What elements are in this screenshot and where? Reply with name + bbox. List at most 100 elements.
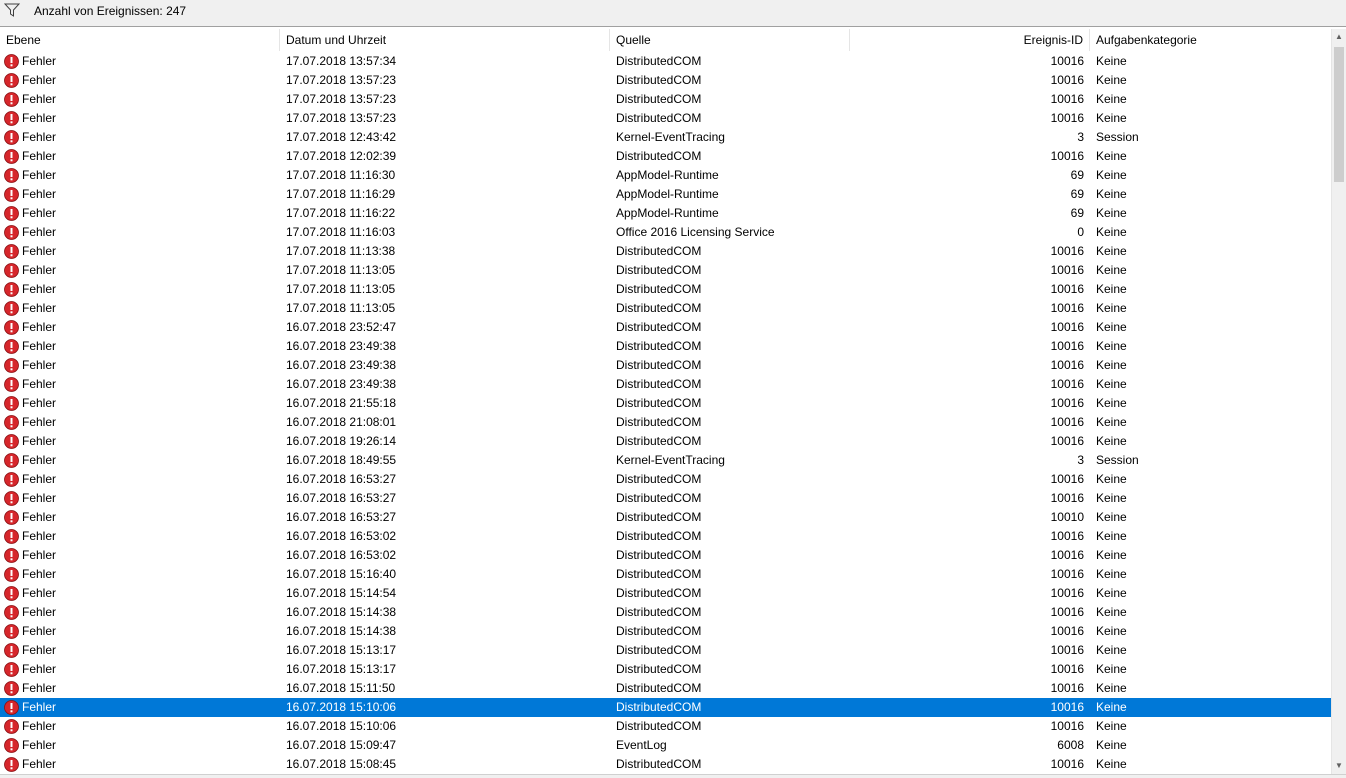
level-cell: Fehler (4, 622, 274, 641)
event-list: Fehler 17.07.2018 13:57:34 DistributedCOM 1… (0, 52, 1331, 774)
level-cell: Fehler (4, 90, 274, 109)
event-id-cell: 10016 (1050, 757, 1084, 771)
category-cell: Keine (1096, 111, 1127, 125)
category-cell: Keine (1096, 415, 1127, 429)
level-label: Fehler (22, 377, 57, 391)
column-header-date[interactable]: Datum und Uhrzeit (280, 29, 610, 51)
level-label: Fehler (22, 605, 57, 619)
table-row[interactable]: Fehler 16.07.2018 15:08:45 DistributedCOM 1… (0, 755, 1331, 774)
level-label: Fehler (22, 187, 57, 201)
error-icon (4, 92, 19, 107)
category-cell: Keine (1096, 624, 1127, 638)
table-row[interactable]: Fehler 16.07.2018 15:16:40 DistributedCOM 1… (0, 565, 1331, 584)
scroll-down-arrow-icon[interactable]: ▼ (1332, 758, 1346, 774)
bottom-border (0, 774, 1346, 778)
table-row[interactable]: Fehler 16.07.2018 23:49:38 DistributedCOM 1… (0, 337, 1331, 356)
table-row[interactable]: Fehler 17.07.2018 11:16:03 Office 2016 Lic… (0, 223, 1331, 242)
error-icon (4, 301, 19, 316)
table-row[interactable]: Fehler 16.07.2018 15:09:47 EventLog 6008 Kei… (0, 736, 1331, 755)
table-row[interactable]: Fehler 16.07.2018 23:49:38 DistributedCOM 1… (0, 375, 1331, 394)
source-cell: AppModel-Runtime (616, 206, 719, 220)
table-header: Ebene Datum und Uhrzeit Quelle Ereignis-… (0, 29, 1331, 51)
date-cell: 16.07.2018 15:14:38 (286, 605, 397, 619)
level-label: Fehler (22, 339, 57, 353)
column-header-level[interactable]: Ebene (0, 29, 280, 51)
level-label: Fehler (22, 263, 57, 277)
level-label: Fehler (22, 111, 57, 125)
column-header-event-id[interactable]: Ereignis-ID (850, 29, 1090, 51)
table-row[interactable]: Fehler 17.07.2018 13:57:34 DistributedCOM 1… (0, 52, 1331, 71)
event-id-cell: 10016 (1050, 719, 1084, 733)
source-cell: DistributedCOM (616, 567, 702, 581)
category-cell: Keine (1096, 472, 1127, 486)
table-row[interactable]: Fehler 16.07.2018 18:49:55 Kernel-EventTra… (0, 451, 1331, 470)
source-cell: DistributedCOM (616, 605, 702, 619)
column-header-source[interactable]: Quelle (610, 29, 850, 51)
table-row[interactable]: Fehler 16.07.2018 15:13:17 DistributedCOM 1… (0, 641, 1331, 660)
table-row[interactable]: Fehler 17.07.2018 11:16:30 AppModel-Runtim… (0, 166, 1331, 185)
table-row[interactable]: Fehler 17.07.2018 13:57:23 DistributedCOM 1… (0, 90, 1331, 109)
date-cell: 17.07.2018 11:16:29 (286, 187, 396, 201)
level-label: Fehler (22, 700, 57, 714)
source-cell: DistributedCOM (616, 301, 702, 315)
date-cell: 17.07.2018 11:13:05 (286, 282, 396, 296)
table-row[interactable]: Fehler 17.07.2018 11:13:05 DistributedCOM 1… (0, 280, 1331, 299)
source-cell: DistributedCOM (616, 263, 702, 277)
category-cell: Keine (1096, 339, 1127, 353)
date-cell: 16.07.2018 15:10:06 (286, 719, 397, 733)
table-row[interactable]: Fehler 17.07.2018 11:13:05 DistributedCOM 1… (0, 299, 1331, 318)
table-row[interactable]: Fehler 16.07.2018 16:53:27 DistributedCOM 1… (0, 508, 1331, 527)
column-header-category[interactable]: Aufgabenkategorie (1090, 29, 1331, 51)
error-icon (4, 339, 19, 354)
event-id-cell: 10016 (1050, 339, 1084, 353)
error-icon (4, 757, 19, 772)
table-row[interactable]: Fehler 16.07.2018 16:53:27 DistributedCOM 1… (0, 470, 1331, 489)
table-row[interactable]: Fehler 16.07.2018 15:10:06 DistributedCOM 1… (0, 717, 1331, 736)
level-cell: Fehler (4, 413, 274, 432)
table-row[interactable]: Fehler 16.07.2018 19:26:14 DistributedCOM 1… (0, 432, 1331, 451)
table-row[interactable]: Fehler 17.07.2018 12:02:39 DistributedCOM 1… (0, 147, 1331, 166)
table-row[interactable]: Fehler 16.07.2018 16:53:02 DistributedCOM 1… (0, 546, 1331, 565)
table-row[interactable]: Fehler 17.07.2018 13:57:23 DistributedCOM 1… (0, 71, 1331, 90)
table-row[interactable]: Fehler 16.07.2018 21:55:18 DistributedCOM 1… (0, 394, 1331, 413)
table-row[interactable]: Fehler 16.07.2018 15:11:50 DistributedCOM 1… (0, 679, 1331, 698)
table-row[interactable]: Fehler 16.07.2018 16:53:02 DistributedCOM 1… (0, 527, 1331, 546)
category-cell: Keine (1096, 662, 1127, 676)
error-icon (4, 149, 19, 164)
table-row[interactable]: Fehler 17.07.2018 11:13:38 DistributedCOM 1… (0, 242, 1331, 261)
category-cell: Keine (1096, 358, 1127, 372)
date-cell: 16.07.2018 15:09:47 (286, 738, 397, 752)
filter-icon[interactable] (4, 3, 20, 17)
table-row[interactable]: Fehler 16.07.2018 15:14:38 DistributedCOM 1… (0, 603, 1331, 622)
date-cell: 16.07.2018 19:26:14 (286, 434, 397, 448)
event-id-cell: 10016 (1050, 681, 1084, 695)
table-row[interactable]: Fehler 17.07.2018 13:57:23 DistributedCOM 1… (0, 109, 1331, 128)
event-id-cell: 10016 (1050, 73, 1084, 87)
error-icon (4, 681, 19, 696)
table-row[interactable]: Fehler 16.07.2018 15:14:54 DistributedCOM 1… (0, 584, 1331, 603)
level-cell: Fehler (4, 698, 274, 717)
table-row[interactable]: Fehler 16.07.2018 16:53:27 DistributedCOM 1… (0, 489, 1331, 508)
table-row[interactable]: Fehler 16.07.2018 15:14:38 DistributedCOM 1… (0, 622, 1331, 641)
source-cell: DistributedCOM (616, 415, 702, 429)
table-row[interactable]: Fehler 16.07.2018 23:52:47 DistributedCOM 1… (0, 318, 1331, 337)
table-row[interactable]: Fehler 16.07.2018 23:49:38 DistributedCOM 1… (0, 356, 1331, 375)
scroll-up-arrow-icon[interactable]: ▲ (1332, 29, 1346, 45)
table-row[interactable]: Fehler 17.07.2018 12:43:42 Kernel-EventTra… (0, 128, 1331, 147)
source-cell: DistributedCOM (616, 643, 702, 657)
table-row[interactable]: Fehler 17.07.2018 11:16:22 AppModel-Runtim… (0, 204, 1331, 223)
category-cell: Keine (1096, 434, 1127, 448)
table-row[interactable]: Fehler 16.07.2018 15:13:17 DistributedCOM 1… (0, 660, 1331, 679)
date-cell: 16.07.2018 15:13:17 (286, 643, 397, 657)
level-cell: Fehler (4, 204, 274, 223)
source-cell: DistributedCOM (616, 73, 702, 87)
scrollbar-thumb[interactable] (1334, 47, 1344, 182)
event-id-cell: 10016 (1050, 244, 1084, 258)
vertical-scrollbar[interactable]: ▲ ▼ (1331, 29, 1346, 774)
date-cell: 16.07.2018 16:53:27 (286, 491, 397, 505)
table-row[interactable]: Fehler 16.07.2018 21:08:01 DistributedCOM 1… (0, 413, 1331, 432)
table-row[interactable]: Fehler 17.07.2018 11:13:05 DistributedCOM 1… (0, 261, 1331, 280)
table-row[interactable]: Fehler 16.07.2018 15:10:06 DistributedCOM 1… (0, 698, 1331, 717)
table-row[interactable]: Fehler 17.07.2018 11:16:29 AppModel-Runtim… (0, 185, 1331, 204)
error-icon (4, 643, 19, 658)
